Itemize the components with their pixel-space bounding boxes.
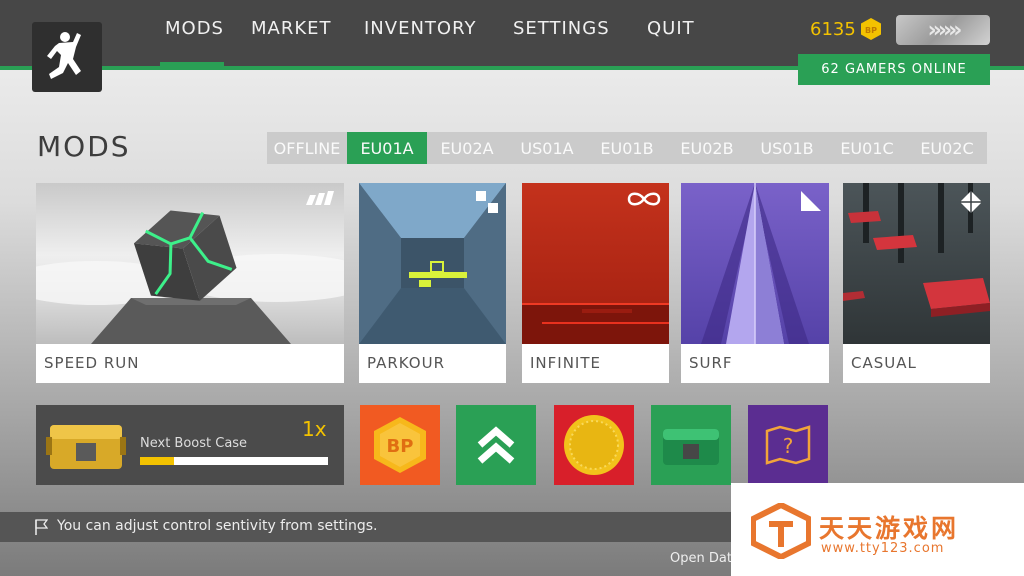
tip-text: You can adjust control sentivity from se… bbox=[57, 518, 378, 534]
mode-label: SPEED RUN bbox=[44, 354, 140, 372]
server-tab-eu02c[interactable]: EU02C bbox=[907, 132, 987, 164]
triangle-icon bbox=[801, 191, 821, 211]
bp-balance: 6135 bbox=[810, 19, 856, 40]
flag-icon bbox=[35, 519, 48, 535]
rank-badge[interactable]: »»» bbox=[896, 15, 990, 45]
boost-progress-bar bbox=[140, 457, 328, 465]
boost-case-icon bbox=[46, 425, 126, 469]
boost-multiplier: 1x bbox=[302, 417, 327, 441]
open-data-link[interactable]: Open Data bbox=[670, 551, 740, 566]
server-tab-eu01b[interactable]: EU01B bbox=[587, 132, 667, 164]
watermark-url: www.tty123.com bbox=[821, 541, 945, 556]
double-chevron-up-icon bbox=[477, 426, 515, 464]
mode-card-surf[interactable]: SURF bbox=[681, 183, 829, 383]
squares-icon bbox=[476, 191, 498, 213]
coin-tile[interactable] bbox=[554, 405, 634, 485]
boost-progress-fill bbox=[140, 457, 174, 465]
nav-market[interactable]: MARKET bbox=[251, 18, 332, 39]
nav-inventory[interactable]: INVENTORY bbox=[364, 18, 476, 39]
page-title: MODS bbox=[37, 130, 131, 163]
rank-up-tile[interactable] bbox=[456, 405, 536, 485]
diamonds-icon bbox=[960, 191, 982, 213]
nav-mods[interactable]: MODS bbox=[165, 18, 224, 39]
bars-icon bbox=[306, 191, 334, 205]
mode-card-parkour[interactable]: PARKOUR bbox=[359, 183, 506, 383]
svg-text:BP: BP bbox=[865, 26, 877, 35]
mode-card-speed-run[interactable]: SPEED RUN bbox=[36, 183, 344, 383]
site-logo-icon bbox=[751, 503, 811, 559]
server-tab-us01b[interactable]: US01B bbox=[747, 132, 827, 164]
bp-coin-icon: BP bbox=[861, 18, 881, 40]
mode-card-casual[interactable]: CASUAL bbox=[843, 183, 990, 383]
server-tab-offline[interactable]: OFFLINE bbox=[267, 132, 347, 164]
mode-label: CASUAL bbox=[851, 354, 917, 372]
server-tab-eu02a[interactable]: EU02A bbox=[427, 132, 507, 164]
mode-card-infinite[interactable]: INFINITE bbox=[522, 183, 669, 383]
green-case-icon bbox=[663, 429, 719, 465]
watermark-title: 天天游戏网 bbox=[819, 514, 960, 543]
server-tabs: OFFLINE EU01A EU02A US01A EU01B EU02B US… bbox=[267, 132, 987, 164]
site-watermark: 天天游戏网 www.tty123.com bbox=[731, 483, 1024, 576]
server-tab-eu01c[interactable]: EU01C bbox=[827, 132, 907, 164]
bp-coin-icon: BP bbox=[374, 417, 426, 473]
map-question-icon: ? bbox=[765, 425, 811, 465]
map-tile[interactable]: ? bbox=[748, 405, 828, 485]
online-count-badge: 62 GAMERS ONLINE bbox=[798, 54, 990, 85]
nav-active-indicator bbox=[160, 62, 224, 66]
svg-text:BP: BP bbox=[387, 436, 414, 457]
gold-coin-icon bbox=[564, 415, 624, 475]
server-tab-us01a[interactable]: US01A bbox=[507, 132, 587, 164]
infinite-artwork bbox=[522, 183, 669, 344]
speed-run-artwork bbox=[36, 183, 344, 344]
mode-label: INFINITE bbox=[530, 354, 601, 372]
bp-tile[interactable]: BP bbox=[360, 405, 440, 485]
infinity-icon bbox=[627, 192, 661, 206]
server-tab-eu01a[interactable]: EU01A bbox=[347, 132, 427, 164]
nav-quit[interactable]: QUIT bbox=[647, 18, 695, 39]
boost-case-panel[interactable]: Next Boost Case 1x bbox=[36, 405, 344, 485]
svg-text:?: ? bbox=[783, 434, 794, 458]
case-tile[interactable] bbox=[651, 405, 731, 485]
nav-settings[interactable]: SETTINGS bbox=[513, 18, 610, 39]
mode-label: SURF bbox=[689, 354, 733, 372]
boost-case-label: Next Boost Case bbox=[140, 436, 248, 451]
server-tab-eu02b[interactable]: EU02B bbox=[667, 132, 747, 164]
game-logo bbox=[32, 22, 102, 92]
mode-label: PARKOUR bbox=[367, 354, 445, 372]
